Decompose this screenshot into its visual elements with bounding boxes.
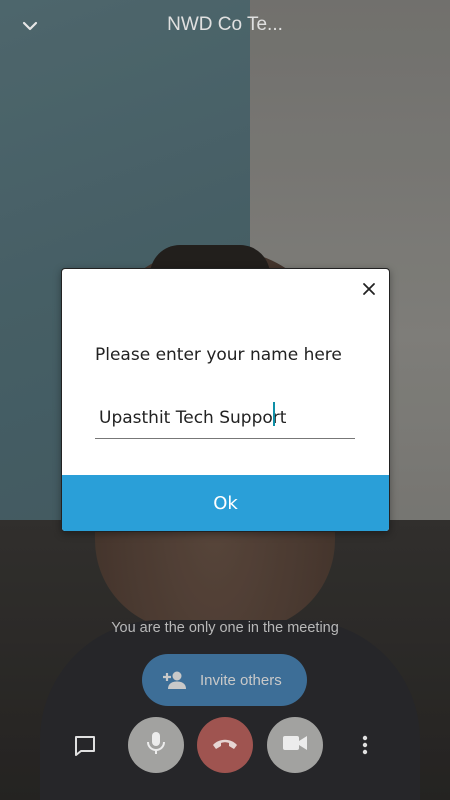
microphone-button[interactable] (128, 717, 184, 773)
videocam-icon (282, 734, 308, 756)
meeting-title: NWD Co Te... (167, 14, 283, 35)
dialog-prompt: Please enter your name here (95, 345, 342, 365)
person-add-icon (162, 669, 188, 691)
only-one-message: You are the only one in the meeting (111, 620, 339, 636)
text-cursor (273, 402, 275, 426)
top-bar: NWD Co Te... (0, 0, 450, 52)
name-input[interactable] (95, 397, 355, 439)
camera-button[interactable] (267, 717, 323, 773)
invite-others-label: Invite others (200, 671, 282, 689)
call-toolbar-row (0, 717, 450, 773)
close-icon[interactable] (361, 281, 377, 297)
hangup-button[interactable] (197, 717, 253, 773)
name-dialog: Please enter your name here Ok (61, 268, 390, 532)
more-vertical-icon[interactable] (355, 732, 375, 758)
hangup-icon (211, 736, 239, 755)
call-toolbar (0, 690, 450, 800)
chat-icon[interactable] (73, 734, 97, 758)
ok-button[interactable]: Ok (62, 475, 389, 531)
microphone-icon (145, 730, 167, 760)
meeting-screen: NWD Co Te... Please enter your name here… (0, 0, 450, 800)
